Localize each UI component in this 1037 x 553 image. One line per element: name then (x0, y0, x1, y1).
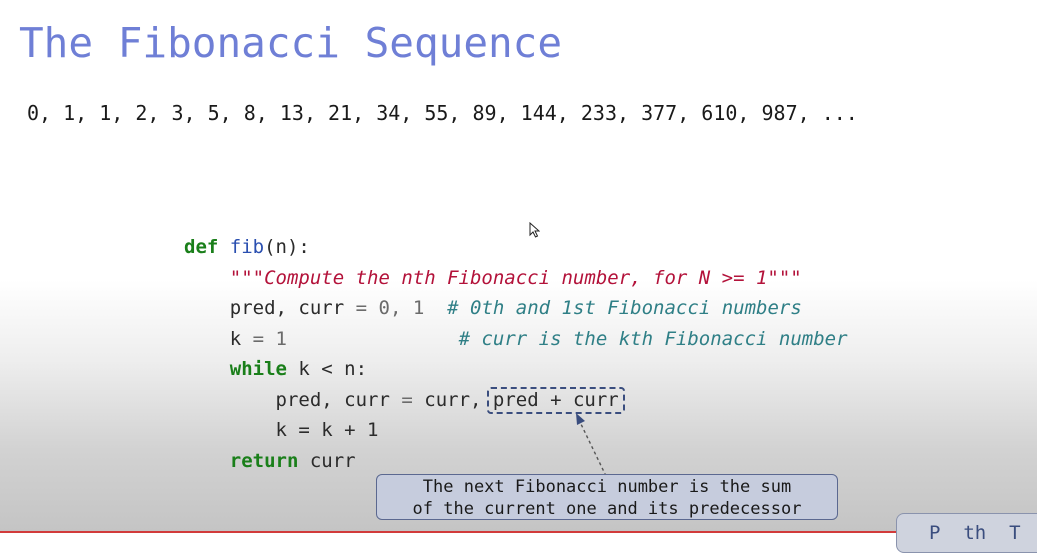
docstring: """Compute the nth Fibonacci number, for… (229, 266, 802, 289)
code-values: 1 (264, 327, 287, 350)
code-block: def fib(n): """Compute the nth Fibonacci… (184, 232, 848, 476)
corner-widget: P th T (896, 513, 1037, 553)
code-line-init: pred, curr = 0, 1 # 0th and 1st Fibonacc… (184, 293, 848, 324)
code-line-return: return curr (184, 446, 848, 477)
code-text: k = k + 1 (275, 419, 379, 441)
callout-arrow-icon (576, 413, 607, 477)
code-text: pred, curr (275, 388, 402, 411)
keyword-return: return (229, 449, 299, 472)
function-params: (n): (264, 236, 310, 258)
code-text: curr (298, 449, 356, 472)
code-line-update: pred, curr = curr, pred + curr (184, 385, 848, 416)
assign-operator: = (252, 327, 265, 350)
explanation-callout: The next Fibonacci number is the sum of … (376, 474, 838, 520)
keyword-while: while (229, 358, 287, 380)
keyword-def: def (184, 236, 219, 258)
code-line-k-init: k = 1 # curr is the kth Fibonacci number (184, 324, 848, 355)
slide-title: The Fibonacci Sequence (19, 19, 563, 67)
assign-operator: = (355, 297, 368, 319)
callout-line-1: The next Fibonacci number is the sum (422, 477, 792, 497)
code-line-increment: k = k + 1 (184, 415, 848, 446)
assign-operator: = (401, 388, 413, 411)
code-line-while: while k < n: (184, 354, 848, 385)
code-values: 0, 1 (367, 297, 425, 319)
code-text: k (229, 327, 253, 350)
code-line-def: def fib(n): (184, 232, 848, 263)
code-text: k < n: (286, 358, 368, 380)
code-comment: # curr is the kth Fibonacci number (458, 327, 848, 350)
fibonacci-sequence: 0, 1, 1, 2, 3, 5, 8, 13, 21, 34, 55, 89,… (27, 101, 858, 125)
callout-line-2: of the current one and its predecessor (412, 499, 802, 519)
code-text: pred, curr (229, 297, 356, 319)
code-line-docstring: """Compute the nth Fibonacci number, for… (184, 263, 848, 294)
code-text: curr, (412, 388, 493, 411)
function-name: fib (229, 236, 265, 258)
code-comment: # 0th and 1st Fibonacci numbers (447, 297, 802, 319)
